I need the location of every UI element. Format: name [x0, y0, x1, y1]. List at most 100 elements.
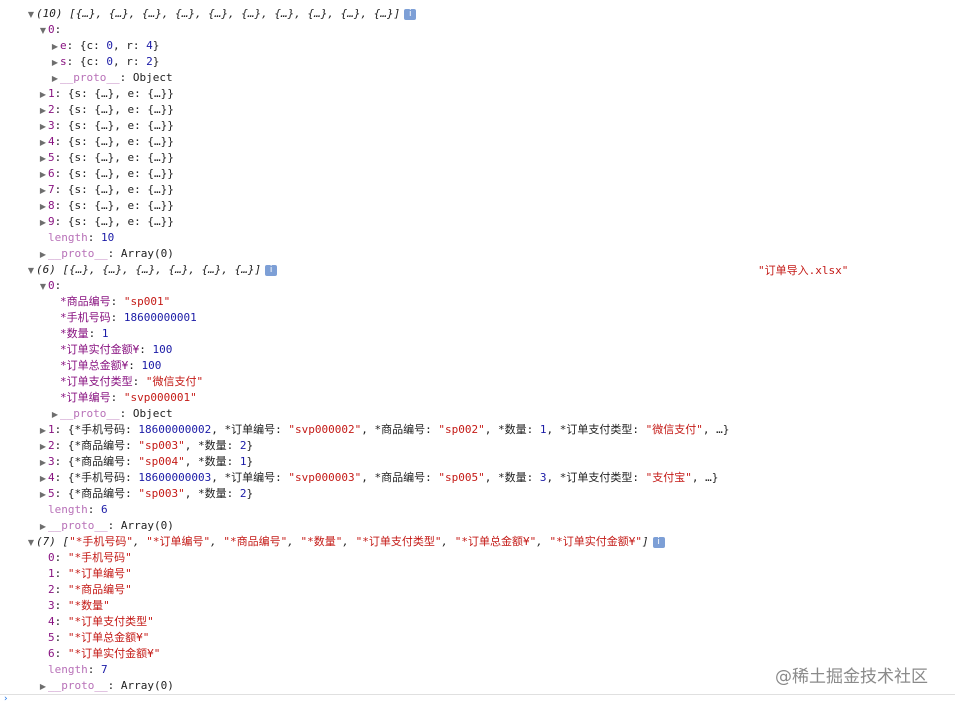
console-token: *商品编号: [60, 295, 111, 308]
collapse-triangle-icon[interactable]: ▶: [38, 247, 48, 263]
console-token: "svp000002": [288, 423, 362, 436]
collapse-triangle-icon[interactable]: ▶: [50, 39, 60, 55]
console-token: "*订单总金额¥": [67, 631, 150, 644]
collapse-triangle-icon[interactable]: ▶: [38, 519, 48, 535]
console-tree-row[interactable]: ▶ 2: {*商品编号: "sp003", *数量: 2}: [38, 438, 253, 454]
console-token: : {*商品编号:: [54, 439, 139, 452]
console-token: 6: [101, 503, 108, 516]
collapse-triangle-icon[interactable]: ▶: [38, 215, 48, 231]
console-token: e: [60, 39, 67, 52]
info-icon[interactable]: i: [652, 536, 665, 548]
console-token: :: [54, 567, 68, 580]
console-token: :: [54, 647, 68, 660]
console-token: 2: [146, 55, 153, 68]
console-token: 100: [141, 359, 162, 372]
console-token: 8: [48, 199, 55, 212]
collapse-triangle-icon[interactable]: ▶: [38, 87, 48, 103]
console-token: "*手机号码": [67, 551, 132, 564]
console-tree-row[interactable]: ▶ 8: {s: {…}, e: {…}}: [38, 198, 174, 214]
collapse-triangle-icon[interactable]: ▶: [38, 167, 48, 183]
console-tree-row[interactable]: ▶ 4: {*手机号码: 18600000003, *订单编号: "svp0000…: [38, 470, 718, 486]
console-tree-row[interactable]: ▶ 7: {s: {…}, e: {…}}: [38, 182, 174, 198]
collapse-triangle-icon[interactable]: ▶: [38, 679, 48, 695]
console-token: }: [246, 487, 254, 500]
console-token: 6: [48, 647, 55, 660]
collapse-triangle-icon[interactable]: ▶: [38, 199, 48, 215]
info-icon[interactable]: i: [404, 8, 417, 20]
console-token: "sp001": [123, 295, 171, 308]
console-tree-row[interactable]: ▼ (6) [{…}, {…}, {…}, {…}, {…}, {…}] i: [26, 262, 278, 279]
console-token: : {*手机号码:: [54, 423, 139, 436]
console-tree-row[interactable]: ▶ 1: {*手机号码: 18600000002, *订单编号: "svp0000…: [38, 422, 729, 438]
console-tree-row[interactable]: ▶ __proto__: Object: [50, 70, 173, 86]
console-tree-row[interactable]: ▶ 6: {s: {…}, e: {…}}: [38, 166, 174, 182]
console-token: "*商品编号": [223, 535, 288, 548]
console-property-row: 4: "*订单支付类型": [38, 614, 154, 630]
collapse-triangle-icon[interactable]: ▶: [50, 55, 60, 71]
collapse-triangle-icon[interactable]: ▶: [50, 71, 60, 87]
console-token: *订单实付金额¥: [60, 343, 140, 356]
console-tree-row[interactable]: ▼ (10) [{…}, {…}, {…}, {…}, {…}, {…}, {…}…: [26, 6, 417, 23]
console-token: : {s: {…}, e: {…}}: [54, 119, 174, 132]
console-tree-row[interactable]: ▶ __proto__: Array(0): [38, 518, 174, 534]
console-token: :: [54, 583, 68, 596]
expand-triangle-icon[interactable]: ▼: [26, 535, 36, 551]
collapse-triangle-icon[interactable]: ▶: [50, 407, 60, 423]
expand-triangle-icon[interactable]: ▼: [38, 279, 48, 295]
console-token: 18600000001: [123, 311, 197, 324]
collapse-triangle-icon[interactable]: ▶: [38, 183, 48, 199]
collapse-triangle-icon[interactable]: ▶: [38, 119, 48, 135]
console-tree-row[interactable]: ▶ 5: {*商品编号: "sp003", *数量: 2}: [38, 486, 253, 502]
console-input-bar[interactable]: [0, 694, 955, 704]
console-tree-row[interactable]: ▶ __proto__: Object: [50, 406, 173, 422]
console-tree-row[interactable]: ▶ 9: {s: {…}, e: {…}}: [38, 214, 174, 230]
console-token: ,: [536, 535, 550, 548]
collapse-triangle-icon[interactable]: ▶: [38, 103, 48, 119]
console-token: }: [246, 455, 254, 468]
console-token: 7: [101, 663, 108, 676]
info-icon[interactable]: i: [265, 264, 278, 276]
console-tree-row[interactable]: ▶ 4: {s: {…}, e: {…}}: [38, 134, 174, 150]
console-token: 0: [48, 279, 55, 292]
console-tree-row[interactable]: ▶ 1: {s: {…}, e: {…}}: [38, 86, 174, 102]
console-token: :: [54, 279, 62, 292]
console-tree-row[interactable]: ▶ s: {c: 0, r: 2}: [50, 54, 159, 70]
console-tree-row[interactable]: ▶ __proto__: Array(0): [38, 246, 174, 262]
console-token: , *数量:: [484, 471, 540, 484]
console-tree-row[interactable]: ▶ __proto__: Array(0): [38, 678, 174, 694]
console-token: 2: [48, 583, 55, 596]
console-token: :: [110, 311, 124, 324]
console-token: , *数量:: [184, 439, 240, 452]
console-token: : {s: {…}, e: {…}}: [54, 103, 174, 116]
console-token: : {*手机号码:: [54, 471, 139, 484]
console-property-row: 6: "*订单实付金额¥": [38, 646, 160, 662]
console-tree-row[interactable]: ▶ 3: {s: {…}, e: {…}}: [38, 118, 174, 134]
console-property-row: *订单总金额¥: 100: [50, 358, 161, 374]
console-token: , *数量:: [184, 455, 240, 468]
collapse-triangle-icon[interactable]: ▶: [38, 487, 48, 503]
console-token: "*订单实付金额¥": [67, 647, 161, 660]
console-token: :: [87, 663, 101, 676]
expand-triangle-icon[interactable]: ▼: [26, 7, 36, 23]
console-tree-row[interactable]: ▶ e: {c: 0, r: 4}: [50, 38, 159, 54]
console-log-filename: "订单导入.xlsx": [758, 264, 849, 277]
collapse-triangle-icon[interactable]: ▶: [38, 455, 48, 471]
console-tree-row[interactable]: ▶ 2: {s: {…}, e: {…}}: [38, 102, 174, 118]
console-token: length: [48, 663, 88, 676]
console-tree-row[interactable]: ▶ 3: {*商品编号: "sp004", *数量: 1}: [38, 454, 253, 470]
collapse-triangle-icon[interactable]: ▶: [38, 439, 48, 455]
console-tree-row[interactable]: ▼ 0:: [38, 278, 61, 294]
console-token: , *订单支付类型:: [546, 423, 646, 436]
console-token: 4: [48, 615, 55, 628]
console-tree-row[interactable]: ▼ 0:: [38, 22, 61, 38]
collapse-triangle-icon[interactable]: ▶: [38, 471, 48, 487]
collapse-triangle-icon[interactable]: ▶: [38, 151, 48, 167]
expand-triangle-icon[interactable]: ▼: [38, 23, 48, 39]
console-tree-row[interactable]: ▶ 5: {s: {…}, e: {…}}: [38, 150, 174, 166]
expand-triangle-icon[interactable]: ▼: [26, 263, 36, 279]
console-token: , *数量:: [484, 423, 540, 436]
collapse-triangle-icon[interactable]: ▶: [38, 135, 48, 151]
console-tree-row[interactable]: ▼ (7) ["*手机号码", "*订单编号", "*商品编号", "*数量", …: [26, 534, 665, 550]
collapse-triangle-icon[interactable]: ▶: [38, 423, 48, 439]
console-property-row: 1: "*订单编号": [38, 566, 132, 582]
